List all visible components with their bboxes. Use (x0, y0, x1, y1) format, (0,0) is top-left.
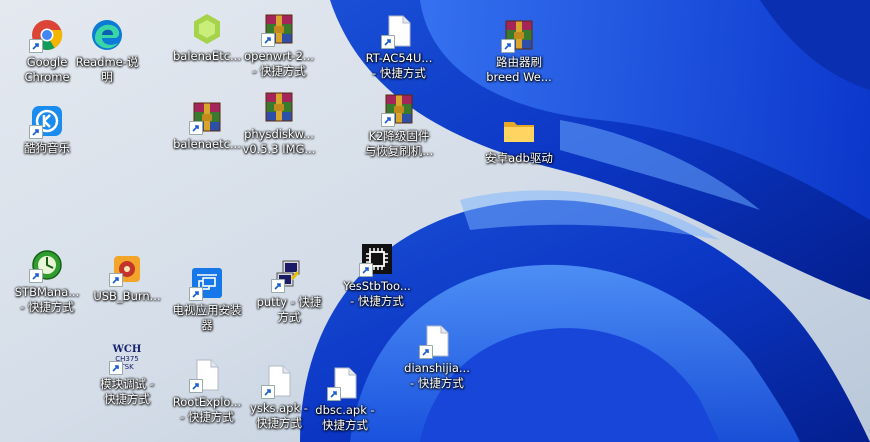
desktop-icon-router[interactable]: 路由器刷 breed We... (477, 18, 561, 85)
stb-icon (29, 248, 64, 283)
desktop-icon-label: K2降级固件 与恢复刷机... (364, 129, 434, 158)
desktop-icon-label: 模块调试 - 快捷方式 (100, 377, 154, 406)
desktop-icon-label: YesStbToo... - 快捷方式 (343, 279, 411, 308)
desktop-icon-rtac54u[interactable]: RT-AC54U... - 快捷方式 (357, 14, 441, 81)
usb-burn-icon (109, 252, 144, 287)
file-icon (327, 366, 362, 401)
winrar-icon (261, 12, 296, 47)
desktop-icon-module[interactable]: WCH CH375 TSK 模块调试 - 快捷方式 (85, 340, 169, 407)
shortcut-arrow-icon (189, 287, 203, 301)
desktop-icon-stbmanager[interactable]: STBMana... - 快捷方式 (5, 248, 89, 315)
desktop-icon-physdisk[interactable]: physdiskw... v0.5.3 IMG... (237, 90, 321, 157)
shortcut-arrow-icon (501, 39, 515, 53)
winrar-icon (262, 90, 296, 124)
shortcut-arrow-icon (189, 121, 203, 135)
desktop-icon-label: physdiskw... v0.5.3 IMG... (242, 127, 316, 156)
desktop-icon-label: USB_Burn... (93, 289, 161, 303)
winrar-icon (189, 100, 224, 135)
desktop-icon-k2[interactable]: K2降级固件 与恢复刷机... (357, 92, 441, 159)
desktop-icon-kugou[interactable]: 酷狗音乐 (5, 104, 89, 156)
desktop-icon-label: 路由器刷 breed We... (486, 55, 552, 84)
desktop-icon-label: openwrt-2... - 快捷方式 (244, 49, 314, 78)
chrome-icon (29, 18, 64, 53)
shortcut-arrow-icon (419, 345, 433, 359)
shortcut-arrow-icon (271, 279, 285, 293)
desktop-icon-label: STBMana... - 快捷方式 (14, 285, 80, 314)
desktop-icon-putty[interactable]: putty - 快捷 方式 (247, 258, 331, 325)
shortcut-arrow-icon (29, 269, 43, 283)
kugou-icon (29, 104, 64, 139)
desktop-icon-label: RT-AC54U... - 快捷方式 (365, 51, 433, 80)
shortcut-arrow-icon (29, 39, 43, 53)
shortcut-arrow-icon (381, 35, 395, 49)
desktop-icon-label: 电视应用安装 器 (172, 303, 242, 332)
winrar-icon (381, 92, 416, 127)
file-icon (419, 324, 454, 359)
edge-icon (90, 18, 124, 52)
desktop-icon-tvinstaller[interactable]: 电视应用安装 器 (165, 266, 249, 333)
desktop-icon-label: Readme-说 明 (75, 55, 139, 84)
desktop-icon-label: dbsc.apk - 快捷方式 (315, 403, 375, 432)
desktop-icon-label: 安卓adb驱动 (485, 151, 553, 165)
shortcut-arrow-icon (29, 125, 43, 139)
wch-icon: WCH CH375 TSK (109, 340, 144, 375)
desktop-icon-label: dianshijia... - 快捷方式 (404, 361, 470, 390)
shortcut-arrow-icon (109, 361, 123, 375)
desktop-icon-readme[interactable]: Readme-说 明 (65, 18, 149, 85)
wch-logo-text: WCH (112, 344, 142, 355)
chip-icon (359, 242, 394, 277)
desktop-icon-yesstb[interactable]: YesStbToo... - 快捷方式 (335, 242, 419, 309)
shortcut-arrow-icon (261, 385, 275, 399)
desktop-icon-openwrt[interactable]: openwrt-2... - 快捷方式 (237, 12, 321, 79)
winrar-icon (501, 18, 536, 53)
hex-green-icon (190, 12, 224, 46)
tv-installer-icon (189, 266, 224, 301)
putty-icon (271, 258, 306, 293)
desktop-icon-label: 酷狗音乐 (24, 141, 70, 155)
desktop-icon-usbburn[interactable]: USB_Burn... (85, 252, 169, 304)
folder-icon (502, 114, 536, 148)
desktop-icon-dianshijia[interactable]: dianshijia... - 快捷方式 (395, 324, 479, 391)
shortcut-arrow-icon (327, 387, 341, 401)
file-icon (381, 14, 416, 49)
shortcut-arrow-icon (261, 33, 275, 47)
shortcut-arrow-icon (109, 273, 123, 287)
file-icon (261, 364, 296, 399)
shortcut-arrow-icon (359, 263, 373, 277)
file-icon (189, 358, 224, 393)
desktop-icon-adb[interactable]: 安卓adb驱动 (477, 114, 561, 166)
shortcut-arrow-icon (189, 379, 203, 393)
desktop-icon-dbsc[interactable]: dbsc.apk - 快捷方式 (303, 366, 387, 433)
shortcut-arrow-icon (381, 113, 395, 127)
desktop-icon-label: putty - 快捷 方式 (256, 295, 322, 324)
